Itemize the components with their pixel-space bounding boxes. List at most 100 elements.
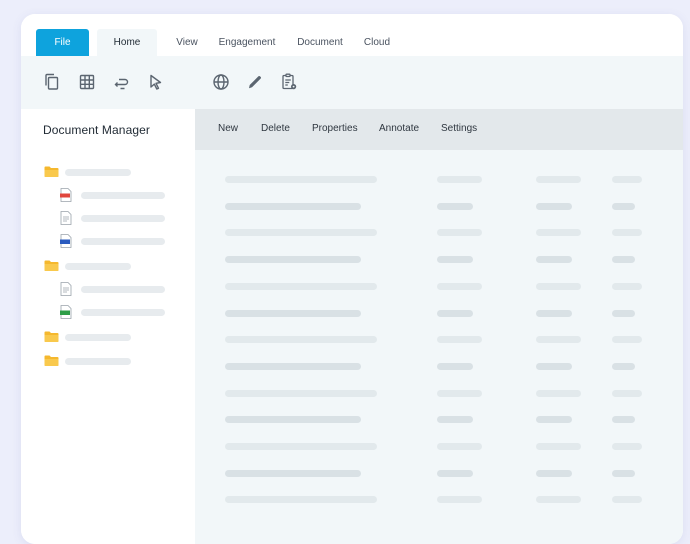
document-tree-sidebar: Document Manager	[21, 109, 195, 544]
table-cell-placeholder	[612, 389, 642, 397]
folder-icon	[44, 355, 59, 366]
app-window: File Home View Engagement Document Cloud	[21, 14, 683, 544]
cursor-icon[interactable]	[146, 72, 166, 92]
pdf-file-icon	[60, 188, 72, 202]
table-cell-placeholder	[612, 282, 642, 290]
table-cell-placeholder	[536, 229, 581, 237]
table-cell-placeholder	[536, 469, 572, 477]
tree-folder-item[interactable]	[44, 165, 134, 179]
new-button[interactable]: New	[218, 123, 238, 134]
tree-file-item[interactable]	[60, 282, 166, 296]
table-row[interactable]	[195, 389, 683, 400]
copy-icon[interactable]	[42, 72, 62, 92]
table-row[interactable]	[195, 336, 683, 346]
delete-button[interactable]: Delete	[261, 123, 290, 134]
table-row[interactable]	[195, 282, 683, 293]
tree-folder-item[interactable]	[44, 354, 134, 368]
table-row[interactable]	[195, 176, 683, 186]
clipboard-settings-icon[interactable]	[279, 72, 299, 92]
globe-icon[interactable]	[211, 72, 231, 92]
comment-icon[interactable]	[111, 72, 131, 92]
table-cell-placeholder	[437, 389, 482, 397]
table-row[interactable]	[195, 256, 683, 266]
table-icon[interactable]	[77, 72, 97, 92]
table-cell-placeholder	[612, 362, 635, 370]
table-row[interactable]	[195, 362, 683, 373]
table-cell-placeholder	[536, 496, 581, 504]
tab-view[interactable]: View	[169, 29, 205, 56]
table-cell-placeholder	[437, 282, 482, 290]
table-cell-placeholder	[536, 443, 581, 450]
tab-engagement[interactable]: Engagement	[216, 29, 278, 56]
table-cell-placeholder	[437, 362, 473, 370]
tree-folder-item[interactable]	[44, 259, 134, 273]
table-row[interactable]	[195, 309, 683, 320]
table-cell-placeholder	[612, 443, 642, 450]
tab-cloud[interactable]: Cloud	[361, 29, 393, 56]
table-row[interactable]	[195, 416, 683, 426]
tab-file[interactable]: File	[36, 29, 89, 56]
tree-folder-item[interactable]	[44, 330, 134, 344]
tree-file-item[interactable]	[60, 234, 166, 248]
table-cell-placeholder	[225, 416, 361, 424]
table-cell-placeholder	[437, 443, 482, 450]
table-cell-placeholder	[437, 336, 482, 344]
table-cell-placeholder	[225, 443, 377, 450]
table-cell-placeholder	[612, 202, 635, 210]
table-cell-placeholder	[612, 229, 642, 237]
table-cell-placeholder	[536, 389, 581, 397]
table-cell-placeholder	[437, 309, 473, 317]
table-row[interactable]	[195, 443, 683, 453]
tab-document[interactable]: Document	[292, 29, 348, 56]
table-row[interactable]	[195, 469, 683, 480]
tree-file-item[interactable]	[60, 211, 166, 225]
annotate-button[interactable]: Annotate	[379, 123, 419, 134]
ribbon-toolbar	[21, 56, 683, 109]
table-cell-placeholder	[225, 496, 377, 504]
table-cell-placeholder	[612, 496, 642, 504]
ribbon-tab-bar: File Home View Engagement Document Cloud	[21, 14, 683, 56]
table-row[interactable]	[195, 229, 683, 239]
table-cell-placeholder	[225, 336, 377, 344]
table-cell-placeholder	[437, 202, 473, 210]
table-cell-placeholder	[536, 416, 572, 424]
table-cell-placeholder	[612, 176, 642, 183]
table-cell-placeholder	[437, 256, 473, 264]
text-file-icon	[60, 211, 72, 225]
word-file-icon	[60, 234, 72, 248]
table-cell-placeholder	[225, 256, 361, 264]
table-cell-placeholder	[612, 469, 635, 477]
settings-button[interactable]: Settings	[441, 123, 477, 134]
folder-icon	[44, 331, 59, 342]
table-row[interactable]	[195, 496, 683, 506]
table-cell-placeholder	[225, 176, 377, 183]
tree-file-item[interactable]	[60, 188, 166, 202]
table-cell-placeholder	[437, 416, 473, 424]
table-cell-placeholder	[225, 309, 361, 317]
text-file-icon	[60, 282, 72, 296]
table-cell-placeholder	[612, 336, 642, 344]
table-cell-placeholder	[612, 256, 635, 264]
table-cell-placeholder	[612, 416, 635, 424]
table-cell-placeholder	[437, 229, 482, 237]
table-cell-placeholder	[437, 469, 473, 477]
folder-icon	[44, 260, 59, 271]
table-cell-placeholder	[536, 176, 581, 183]
tree-file-item[interactable]	[60, 305, 166, 319]
table-cell-placeholder	[225, 389, 377, 397]
table-cell-placeholder	[536, 309, 572, 317]
table-cell-placeholder	[536, 202, 572, 210]
table-cell-placeholder	[612, 309, 635, 317]
pencil-icon[interactable]	[245, 72, 265, 92]
tab-home[interactable]: Home	[97, 29, 157, 56]
table-cell-placeholder	[225, 229, 377, 237]
table-row[interactable]	[195, 202, 683, 213]
table-cell-placeholder	[437, 496, 482, 504]
table-cell-placeholder	[536, 282, 581, 290]
action-bar: New Delete Properties Annotate Settings	[195, 109, 683, 150]
excel-file-icon	[60, 305, 72, 319]
table-cell-placeholder	[437, 176, 482, 183]
table-cell-placeholder	[536, 362, 572, 370]
table-cell-placeholder	[225, 362, 361, 370]
properties-button[interactable]: Properties	[312, 123, 358, 134]
